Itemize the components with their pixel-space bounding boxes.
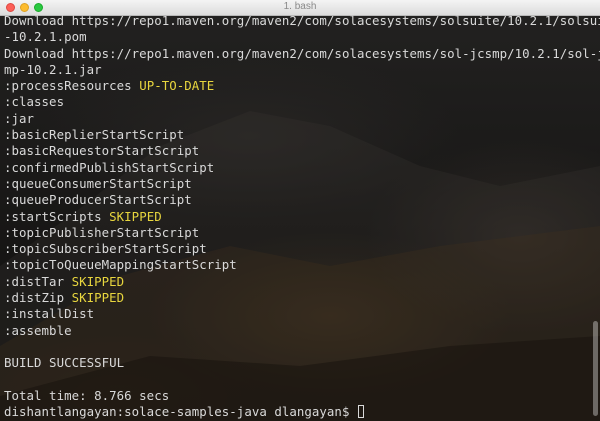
- terminal-line-text: :jar: [4, 110, 35, 126]
- terminal-line: :confirmedPublishStartScript: [4, 160, 594, 176]
- terminal-line-text: :basicReplierStartScript: [4, 127, 185, 143]
- terminal-line: :basicReplierStartScript: [4, 127, 594, 143]
- task-status-badge: SKIPPED: [109, 208, 162, 224]
- terminal-line: :processResources UP-TO-DATE: [4, 78, 594, 94]
- prompt-line[interactable]: dishantlangayan:solace-samples-java dlan…: [4, 404, 594, 420]
- terminal-line-text: :classes: [4, 94, 65, 110]
- terminal-line: :basicRequestorStartScript: [4, 143, 594, 159]
- terminal-line-text: BUILD SUCCESSFUL: [4, 355, 125, 371]
- terminal-line: :assemble: [4, 323, 594, 339]
- terminal-line: Download https://repo1.maven.org/maven2/…: [4, 13, 600, 29]
- terminal-line: :queueProducerStartScript: [4, 192, 594, 208]
- terminal-line: :installDist: [4, 306, 594, 322]
- terminal-line-text: -10.2.1.pom: [4, 29, 87, 45]
- terminal-line-text: :processResources: [4, 78, 132, 94]
- terminal-content[interactable]: Download https://repo1.maven.org/maven2/…: [0, 13, 600, 421]
- terminal-line: Download https://repo1.maven.org/maven2/…: [4, 46, 600, 62]
- terminal-line-text: Download https://repo1.maven.org/maven2/…: [4, 45, 600, 61]
- terminal-line-text: Download https://repo1.maven.org/maven2/…: [4, 13, 600, 28]
- window-title: 1. bash: [283, 1, 317, 12]
- terminal-line: :startScripts SKIPPED: [4, 209, 594, 225]
- terminal-line: Total time: 8.766 secs: [4, 388, 594, 404]
- terminal-line-text: :queueConsumerStartScript: [4, 175, 192, 191]
- terminal-line-text: :topicSubscriberStartScript: [4, 241, 207, 257]
- terminal-line-text: :startScripts: [4, 208, 102, 224]
- terminal-output[interactable]: Download https://repo1.maven.org/maven2/…: [4, 13, 600, 420]
- text-cursor: [357, 405, 364, 419]
- terminal-line-text: :distTar: [4, 273, 65, 289]
- task-status-badge: UP-TO-DATE: [139, 78, 215, 94]
- terminal-line: :topicSubscriberStartScript: [4, 241, 594, 257]
- terminal-line-text: :basicRequestorStartScript: [4, 143, 200, 159]
- vertical-scrollbar[interactable]: [593, 321, 598, 416]
- terminal-line: :distTar SKIPPED: [4, 274, 594, 290]
- terminal-line-text: :topicPublisherStartScript: [4, 224, 200, 240]
- terminal-line-text: mp-10.2.1.jar: [4, 61, 102, 77]
- terminal-line-text: Total time: 8.766 secs: [4, 387, 170, 403]
- terminal-line-text: :queueProducerStartScript: [4, 192, 192, 208]
- terminal-line-text: :topicToQueueMappingStartScript: [4, 257, 237, 273]
- terminal-window: 1. bash Download https://repo1.maven.org…: [0, 0, 600, 421]
- task-status-badge: SKIPPED: [71, 290, 125, 306]
- terminal-line-text: :confirmedPublishStartScript: [4, 159, 215, 175]
- terminal-line-text: :distZip: [4, 290, 65, 306]
- shell-prompt: dishantlangayan:solace-samples-java dlan…: [4, 404, 357, 420]
- terminal-line: :classes: [4, 94, 594, 110]
- terminal-line: :topicPublisherStartScript: [4, 225, 594, 241]
- terminal-line: -10.2.1.pom: [4, 29, 594, 45]
- terminal-line-text: :installDist: [4, 306, 95, 322]
- terminal-line: BUILD SUCCESSFUL: [4, 355, 594, 371]
- terminal-line: :jar: [4, 111, 594, 127]
- task-status-badge: SKIPPED: [71, 273, 125, 289]
- terminal-line: mp-10.2.1.jar: [4, 62, 594, 78]
- terminal-line: :distZip SKIPPED: [4, 290, 594, 306]
- terminal-line: :topicToQueueMappingStartScript: [4, 257, 594, 273]
- terminal-line: :queueConsumerStartScript: [4, 176, 594, 192]
- terminal-line-text: :assemble: [4, 322, 72, 338]
